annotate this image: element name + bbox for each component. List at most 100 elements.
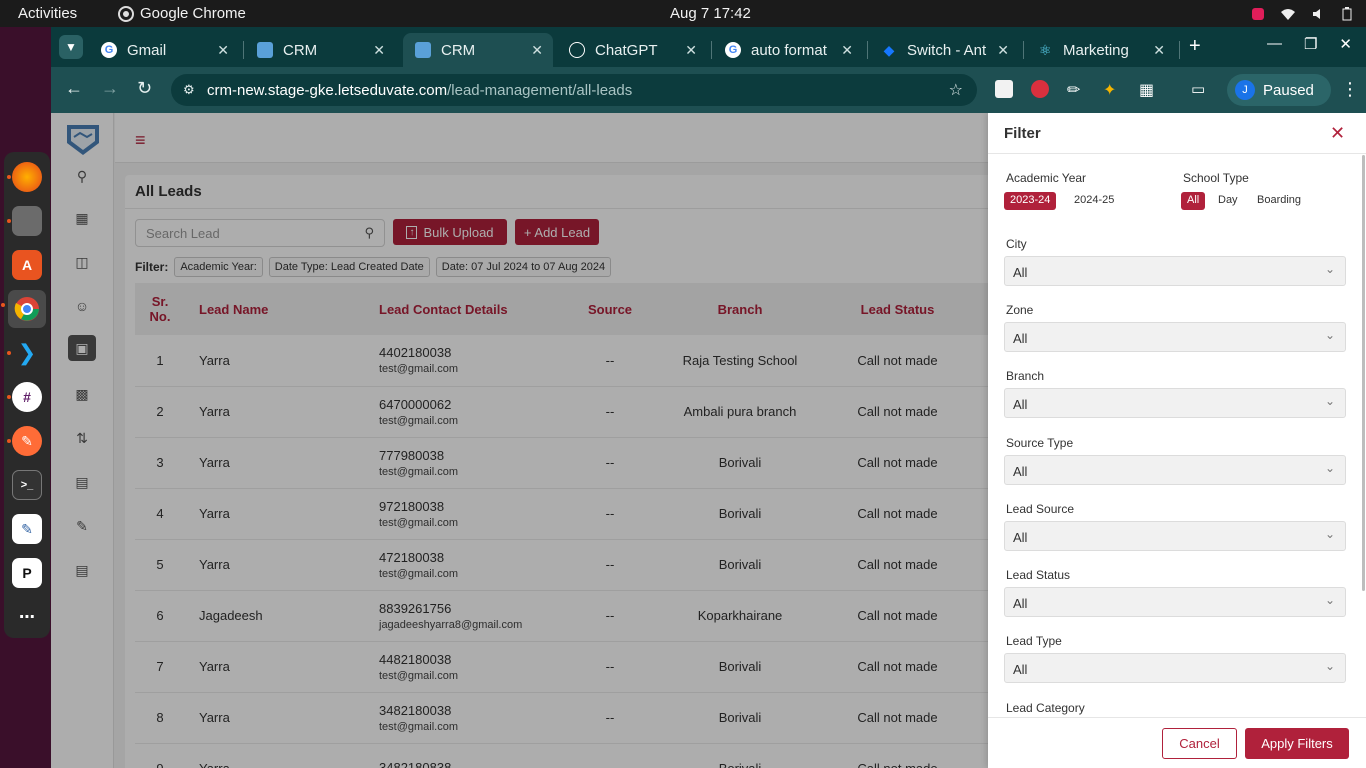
system-top-bar: Activities Google Chrome Aug 7 17:42	[0, 0, 1366, 27]
extension-doc-icon[interactable]	[995, 80, 1013, 98]
tab-chatgpt[interactable]: ChatGPT ✕	[557, 33, 707, 67]
tab-label: ChatGPT	[595, 41, 658, 59]
cast-icon[interactable]: ▭	[1191, 80, 1209, 98]
back-icon[interactable]: ←	[65, 78, 83, 99]
toolbar: ← → ↻ ⚙ crm-new.stage-gke.letseduvate.co…	[51, 67, 1366, 113]
battery-icon	[1342, 6, 1352, 20]
tab-label: Switch - Ant	[907, 41, 987, 59]
lead-status-select[interactable]: All ⌄	[1004, 587, 1346, 617]
lead-source-select[interactable]: All ⌄	[1004, 520, 1346, 551]
url-path: /lead-management/all-leads	[447, 81, 633, 99]
chevron-down-icon: ⌄	[1324, 659, 1335, 674]
city-label: City	[1006, 237, 1027, 251]
site-info-icon[interactable]: ⚙	[183, 82, 195, 98]
close-window-icon[interactable]: ✕	[1339, 35, 1352, 53]
academic-year-option[interactable]: 2024-25	[1068, 192, 1120, 210]
zone-select[interactable]: All ⌄	[1004, 322, 1346, 353]
show-apps-icon[interactable]: ⋯	[12, 602, 42, 632]
lead-type-label: Lead Type	[1006, 634, 1062, 649]
profile-status: Paused	[1263, 81, 1314, 99]
bookmark-star-icon[interactable]: ☆	[949, 80, 963, 100]
maximize-icon[interactable]: ❐	[1304, 35, 1317, 53]
address-bar[interactable]: ⚙ crm-new.stage-gke.letseduvate.com/lead…	[171, 74, 977, 106]
lead-type-select[interactable]: All ⌄	[1004, 653, 1346, 684]
app-menu[interactable]: Google Chrome	[118, 5, 246, 22]
filter-drawer: Filter ✕ Academic Year 2023-24 2024-25 S…	[988, 113, 1366, 768]
school-type-option-selected[interactable]: All	[1181, 192, 1206, 210]
minimize-icon[interactable]: —	[1267, 35, 1282, 53]
close-tab-icon[interactable]: ✕	[217, 42, 229, 59]
close-icon[interactable]: ✕	[1330, 123, 1345, 144]
clock[interactable]: Aug 7 17:42	[670, 5, 751, 22]
terminal-icon[interactable]: >_	[12, 470, 42, 500]
chrome-menu-icon[interactable]: ⋮	[1341, 79, 1359, 100]
tab-label: CRM	[441, 41, 476, 59]
pcloud-icon[interactable]: P	[12, 558, 42, 588]
tab-crm-active[interactable]: CRM ✕	[403, 33, 553, 67]
chevron-down-icon: ⌄	[1324, 394, 1335, 409]
system-tray[interactable]	[1252, 6, 1352, 21]
source-type-select[interactable]: All ⌄	[1004, 454, 1346, 485]
eyedropper-icon[interactable]: ✏	[1067, 80, 1085, 99]
tab-marketing[interactable]: ⚛ Marketing ✕	[1025, 33, 1175, 67]
close-tab-icon[interactable]: ✕	[1153, 42, 1165, 59]
firefox-icon[interactable]	[7, 162, 42, 192]
new-tab-button[interactable]: +	[1189, 35, 1201, 58]
forward-icon[interactable]: →	[101, 78, 119, 99]
app-center-icon[interactable]: A	[12, 250, 42, 280]
lead-category-label: Lead Category	[1006, 701, 1085, 715]
close-tab-icon[interactable]: ✕	[373, 42, 385, 59]
tab-gmail[interactable]: G Gmail ✕	[89, 33, 239, 67]
close-tab-icon[interactable]: ✕	[685, 42, 697, 59]
lead-status-label: Lead Status	[1006, 568, 1071, 582]
reload-icon[interactable]: ↻	[137, 78, 152, 99]
close-tab-icon[interactable]: ✕	[841, 42, 853, 59]
close-tab-icon[interactable]: ✕	[531, 42, 543, 59]
school-type-option[interactable]: Day	[1212, 192, 1244, 210]
city-select[interactable]: All ⌄	[1004, 256, 1346, 286]
slack-icon[interactable]: #	[7, 382, 42, 412]
vscode-icon[interactable]: ❯	[7, 338, 42, 368]
tab-search-button[interactable]: ▼	[59, 35, 83, 59]
chrome-window: ▼ G Gmail ✕ CRM ✕ CRM ✕ ChatGPT ✕ G auto…	[51, 27, 1366, 768]
chevron-down-icon: ⌄	[1324, 328, 1335, 343]
profile-button[interactable]: J Paused	[1227, 74, 1331, 106]
tab-switch-antd[interactable]: ◆ Switch - Ant ✕	[869, 33, 1019, 67]
volume-icon	[1313, 8, 1320, 19]
react-icon: ⚛	[1038, 41, 1052, 58]
school-type-option[interactable]: Boarding	[1251, 192, 1307, 210]
tab-crm[interactable]: CRM ✕	[245, 33, 395, 67]
academic-year-label: Academic Year	[1006, 171, 1087, 185]
apply-filters-button[interactable]: Apply Filters	[1245, 728, 1349, 759]
zone-label: Zone	[1006, 303, 1034, 318]
branch-select[interactable]: All ⌄	[1004, 388, 1346, 419]
extensions-puzzle-icon[interactable]: ▦	[1139, 80, 1157, 99]
scrollbar[interactable]	[1362, 155, 1365, 591]
tab-auto-format[interactable]: G auto format ✕	[713, 33, 863, 67]
extension-dev-icon[interactable]	[1031, 80, 1049, 98]
text-editor-icon[interactable]: ✎	[12, 514, 42, 544]
modal-backdrop[interactable]	[51, 113, 988, 768]
extension-tool-icon[interactable]: ✦	[1103, 80, 1121, 99]
activities-button[interactable]: Activities	[18, 5, 77, 22]
cancel-button[interactable]: Cancel	[1162, 728, 1237, 759]
filter-title: Filter	[1004, 125, 1041, 142]
filter-footer: Cancel Apply Filters	[988, 717, 1366, 768]
tab-label: Gmail	[127, 41, 167, 59]
chevron-down-icon: ⌄	[1324, 262, 1335, 276]
chrome-icon	[118, 5, 134, 22]
slack-status-icon	[1252, 7, 1264, 20]
lead-source-label: Lead Source	[1006, 501, 1075, 516]
google-icon: G	[101, 42, 117, 58]
tab-label: Marketing	[1063, 41, 1129, 59]
files-icon[interactable]	[7, 206, 42, 236]
tab-label: auto format	[751, 41, 827, 59]
postman-icon[interactable]: ✎	[7, 426, 42, 456]
academic-year-option-selected[interactable]: 2023-24	[1004, 192, 1057, 210]
select-value: All	[1013, 529, 1028, 545]
window-controls: — ❐ ✕	[1267, 35, 1352, 53]
close-tab-icon[interactable]: ✕	[997, 42, 1009, 59]
chrome-dock-icon[interactable]	[1, 290, 46, 328]
google-icon: G	[725, 42, 741, 58]
select-value: All	[1013, 596, 1028, 611]
